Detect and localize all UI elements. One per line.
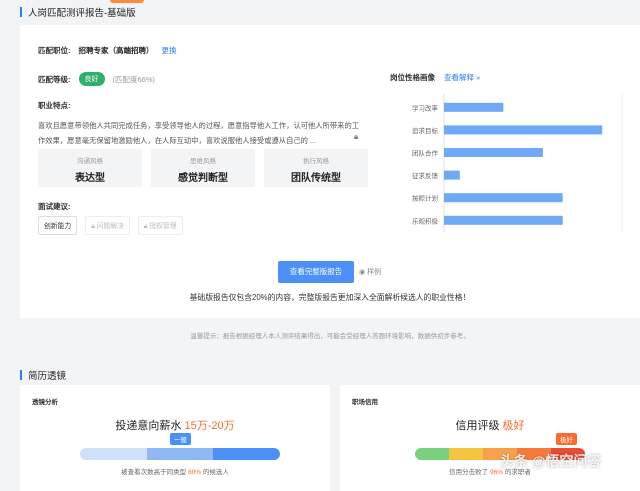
suggest-tag[interactable]: 创新能力 xyxy=(38,216,78,235)
execution-style-box: 执行风格 团队传统型 xyxy=(264,149,368,187)
resume-title: 简历透镜 xyxy=(28,371,67,382)
traits-title: 职业特点: xyxy=(38,101,71,110)
level-label: 匹配等级: xyxy=(38,74,71,84)
panel-title: 透镜分析 xyxy=(32,399,58,406)
salary-label: 投递意向薪水 xyxy=(115,420,182,432)
sample-link[interactable]: ◉ 样例 xyxy=(359,267,381,277)
bar-segment xyxy=(449,448,483,460)
resume-section-header: 简历透镜 xyxy=(20,368,66,382)
chart-title: 岗位性格画像 xyxy=(390,73,435,82)
chart-category-label: 乐观积极 xyxy=(412,216,439,225)
chart-bar xyxy=(444,193,563,203)
cta-note: 基础版报告仅包含20%的内容，完整版报告更加深入全面解析候选人的职业性格！ xyxy=(189,293,471,302)
report-card: 匹配职位: 招聘专家（高端招聘） 更换 匹配等级: 良好 (匹配度66%) 职业… xyxy=(20,25,640,355)
match-degree: (匹配度66%) xyxy=(112,74,156,84)
chart-header: 岗位性格画像 查看解释 » xyxy=(390,72,480,83)
lens-analysis-panel: 透镜分析 投递意向薪水 15万-20万 一般 被查看次数高于同类型 80% 的候… xyxy=(20,385,330,491)
credit-level-marker: 极好 xyxy=(556,433,577,445)
communication-style-box: 沟通风格 表达型 xyxy=(38,149,142,187)
section-accent-bar xyxy=(20,370,22,380)
salary-value: 15万-20万 xyxy=(184,420,235,432)
sample-label: 样例 xyxy=(367,269,382,276)
chart-category-label: 团队合作 xyxy=(412,149,439,158)
chart-bar xyxy=(444,215,563,225)
level-badge: 良好 xyxy=(78,72,105,86)
bar-segment xyxy=(213,448,280,460)
bar-segment xyxy=(80,448,147,460)
chart-explain-link[interactable]: 查看解释 » xyxy=(444,72,480,83)
chart-category-label: 按照计划 xyxy=(412,194,438,203)
panel-divider xyxy=(330,385,340,491)
section-accent-bar xyxy=(20,7,22,17)
chart-bar xyxy=(444,148,543,157)
suggest-tag-locked: 🔒︎ 授权管理 xyxy=(137,216,183,235)
style-value: 表达型 xyxy=(75,173,105,184)
credit-line: 信用评级 极好 xyxy=(340,417,640,433)
foot-text: 被查看次数高于同类型 xyxy=(121,469,187,476)
salary-foot: 被查看次数高于同类型 80% 的候选人 xyxy=(20,466,330,476)
style-boxes: 沟通风格 表达型 思维风格 感觉判断型 执行风格 团队传统型 xyxy=(38,149,368,187)
chart-bar xyxy=(444,125,603,135)
report-section-header: 人岗匹配测评报告-基础版 xyxy=(20,5,136,19)
foot-text: 的候选人 xyxy=(202,469,229,476)
job-label: 匹配职位: xyxy=(38,46,71,55)
credit-label: 信用评级 xyxy=(455,420,500,432)
suggest-tag-label: 问题解决 xyxy=(96,223,124,230)
style-value: 团队传统型 xyxy=(291,173,341,184)
credit-panel: 职场信用 信用评级 极好 极好 信用分击败了 96% 的求职者 xyxy=(340,385,640,491)
style-caption: 思维风格 xyxy=(190,158,216,165)
style-caption: 沟通风格 xyxy=(77,158,103,165)
resume-card: 透镜分析 投递意向薪水 15万-20万 一般 被查看次数高于同类型 80% 的候… xyxy=(20,385,640,491)
new-badge-decoration xyxy=(110,0,144,3)
salary-line: 投递意向薪水 15万-20万 xyxy=(20,417,330,433)
bar-segment xyxy=(146,448,214,460)
salary-level-marker: 一般 xyxy=(170,433,191,445)
job-value: 招聘专家（高端招聘） xyxy=(78,46,154,55)
chart-category-label: 追求目标 xyxy=(412,126,439,135)
tip-bar: 温馨提示：报告根据经理人本人测评结果得出，可能会受经理人答题环境影响，数据供初步… xyxy=(20,318,640,355)
report-title: 人岗匹配测评报告-基础版 xyxy=(28,8,136,19)
suggest-tag-locked: 🔒︎ 问题解决 xyxy=(85,216,130,235)
suggest-title: 面试建议: xyxy=(38,202,71,211)
panel-title: 职场信用 xyxy=(352,399,378,406)
personality-chart: 学习改率追求目标团队合作征求反馈按照计划乐观积极09 xyxy=(390,90,630,248)
lock-icon: 🔒︎ xyxy=(354,132,359,141)
bar-segment xyxy=(415,448,449,460)
chart-category-label: 学习改率 xyxy=(412,103,439,112)
watermark-logo: 头条 @悟空问答 xyxy=(500,453,602,469)
chart-category-label: 征求反馈 xyxy=(412,171,439,180)
level-row: 匹配等级: 良好 (匹配度66%) xyxy=(38,72,155,86)
salary-level-bar xyxy=(80,448,280,460)
traits-text: 喜欢且愿意带领他人共同完成任务，享受领导他人的过程，愿意指导他人工作，认可他人所… xyxy=(38,121,360,145)
suggest-tags: 创新能力 🔒︎ 问题解决 🔒︎ 授权管理 xyxy=(38,216,183,235)
foot-percent: 80% xyxy=(187,469,201,476)
change-job-link[interactable]: 更换 xyxy=(162,45,177,56)
style-caption: 执行风格 xyxy=(303,158,329,165)
personality-chart-svg: 学习改率追求目标团队合作征求反馈按照计划乐观积极09 xyxy=(412,94,624,248)
credit-value: 极好 xyxy=(502,420,525,432)
thinking-style-box: 思维风格 感觉判断型 xyxy=(151,149,255,187)
foot-text: 信用分击败了 xyxy=(449,469,489,476)
suggest-tag-label: 授权管理 xyxy=(149,223,177,230)
job-row: 匹配职位: 招聘专家（高端招聘） 更换 xyxy=(38,45,177,56)
style-value: 感觉判断型 xyxy=(178,173,228,184)
eye-icon: ◉ xyxy=(359,269,368,276)
chart-bar xyxy=(444,102,504,112)
view-full-report-button[interactable]: 查看完整版报告 xyxy=(278,261,354,283)
chart-bar xyxy=(444,170,460,180)
